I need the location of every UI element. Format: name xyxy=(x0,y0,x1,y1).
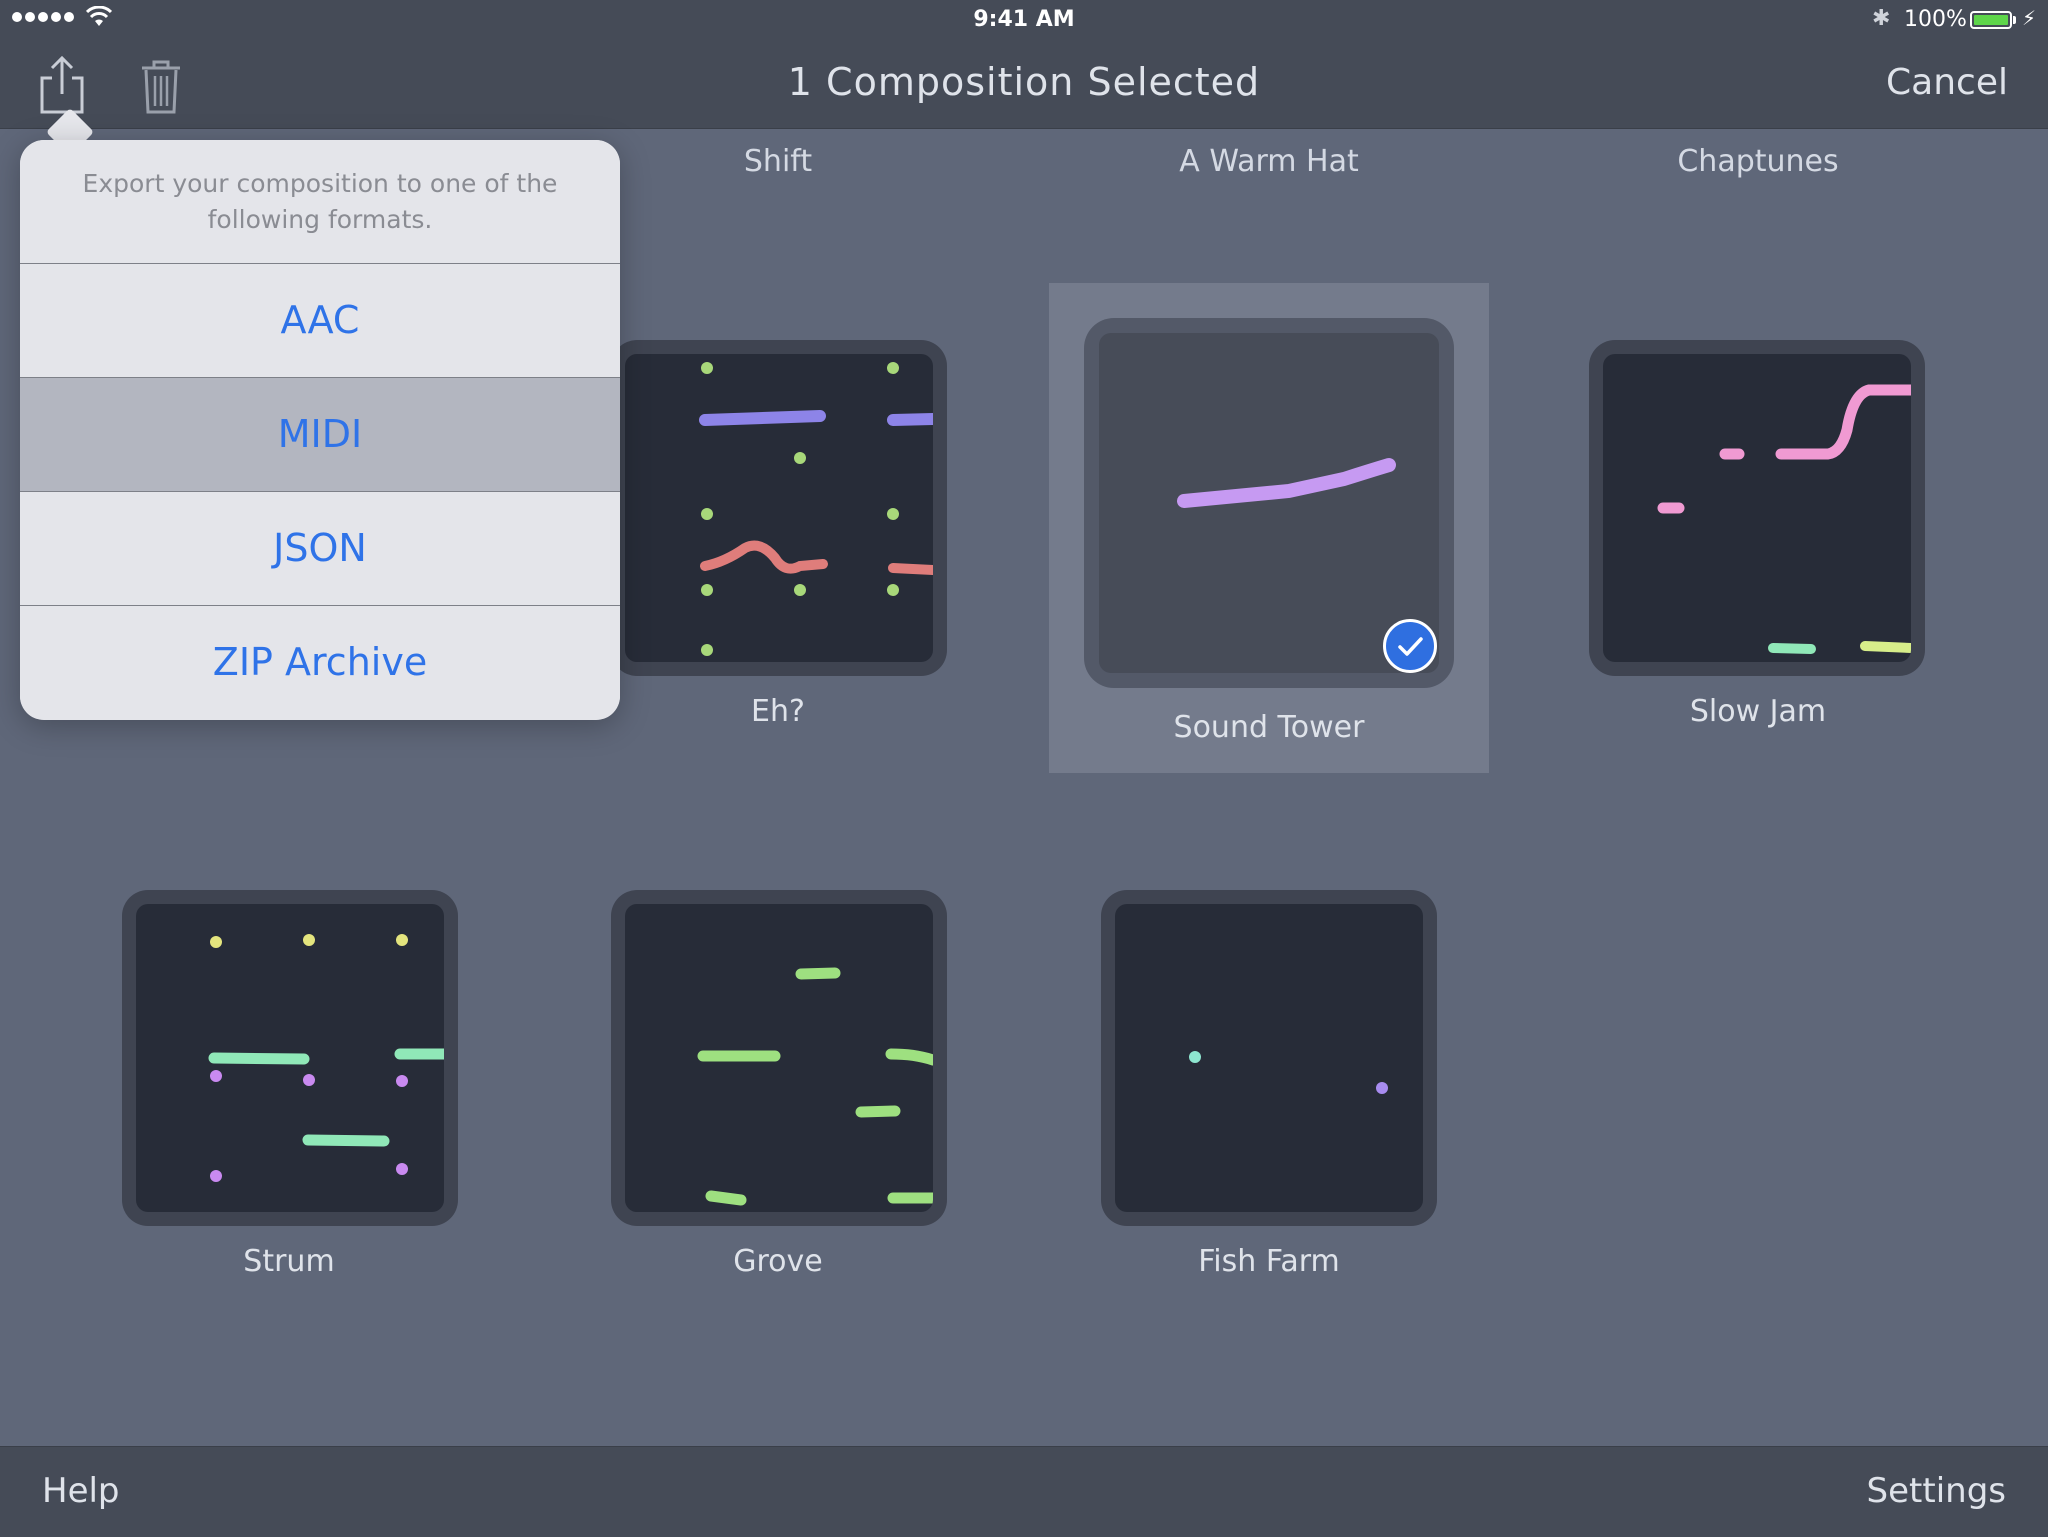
composition-name: Strum xyxy=(243,1244,335,1279)
composition-label-chaptunes: Chaptunes xyxy=(1677,144,1839,179)
bottom-toolbar: Help Settings xyxy=(0,1446,2048,1537)
export-option-aac[interactable]: AAC xyxy=(20,264,620,378)
composition-tile-grove[interactable] xyxy=(611,890,947,1226)
export-option-zip-archive[interactable]: ZIP Archive xyxy=(20,606,620,719)
composition-preview xyxy=(1603,354,1911,662)
battery-icon xyxy=(1970,11,2012,29)
selected-check-icon xyxy=(1383,619,1437,673)
composition-preview xyxy=(625,354,933,662)
composition-tile-slow-jam[interactable] xyxy=(1589,340,1925,676)
composition-name: Grove xyxy=(733,1244,823,1279)
export-option-midi[interactable]: MIDI xyxy=(20,378,620,492)
composition-name: Fish Farm xyxy=(1198,1244,1340,1279)
charging-icon: ⚡ xyxy=(2022,6,2037,30)
composition-label-a-warm-hat: A Warm Hat xyxy=(1179,144,1359,179)
status-time: 9:41 AM xyxy=(973,7,1075,32)
page-title: 1 Composition Selected xyxy=(787,60,1261,104)
popover-message: Export your composition to one of the fo… xyxy=(20,140,620,264)
composition-preview xyxy=(1115,904,1423,1212)
battery-tip xyxy=(2013,16,2016,24)
composition-name: Sound Tower xyxy=(1173,710,1365,745)
battery-percent: 100% xyxy=(1904,7,1967,32)
composition-preview xyxy=(136,904,444,1212)
settings-button[interactable]: Settings xyxy=(1867,1471,2006,1511)
composition-tile-eh[interactable] xyxy=(611,340,947,676)
export-popover: Export your composition to one of the fo… xyxy=(20,140,620,720)
export-option-json[interactable]: JSON xyxy=(20,492,620,606)
help-button[interactable]: Help xyxy=(42,1471,120,1511)
composition-tile-strum[interactable] xyxy=(122,890,458,1226)
nav-bar: 1 Composition Selected Cancel xyxy=(0,40,2048,129)
composition-name: Slow Jam xyxy=(1689,694,1827,729)
status-bar: 9:41 AM ✱ 100% ⚡ xyxy=(0,0,2048,40)
composition-preview xyxy=(625,904,933,1212)
cancel-button[interactable]: Cancel xyxy=(1886,62,2008,103)
composition-tile-fish-farm[interactable] xyxy=(1101,890,1437,1226)
bluetooth-icon: ✱ xyxy=(1872,6,1891,31)
